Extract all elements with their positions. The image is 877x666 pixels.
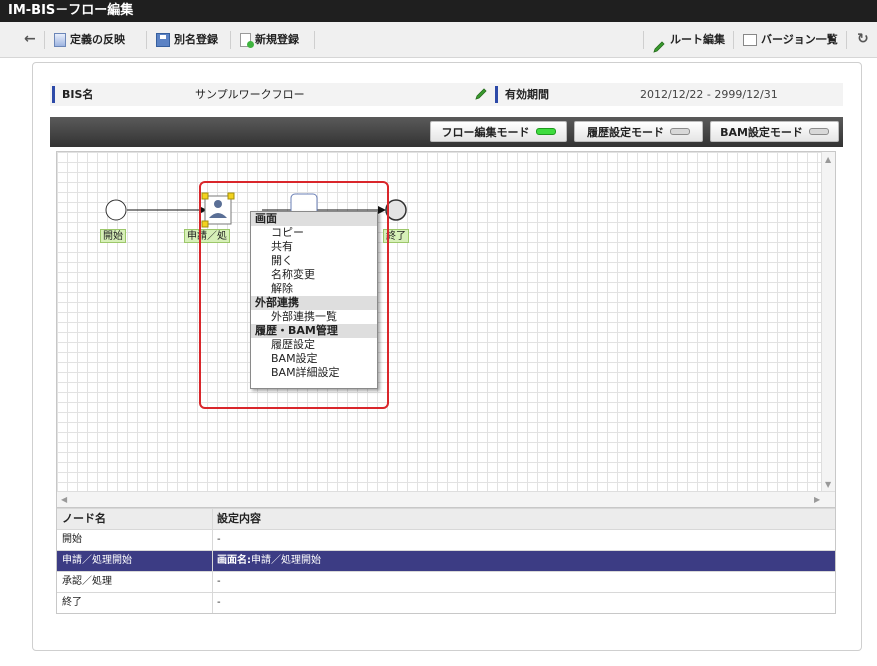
bis-info-bar: BIS名 サンプルワークフロー 有効期間 2012/12/22 - 2999/1… xyxy=(50,83,843,106)
refresh-button[interactable]: ↻ xyxy=(851,22,875,57)
menu-item-release[interactable]: 解除 xyxy=(251,282,377,296)
table-row[interactable]: 開始 - xyxy=(57,529,835,550)
flow-diagram xyxy=(105,192,407,228)
menu-item-bam-settings[interactable]: BAM設定 xyxy=(251,352,377,366)
settings-cell: - xyxy=(217,576,221,587)
menu-item-rename[interactable]: 名称変更 xyxy=(251,268,377,282)
toolbar-divider xyxy=(146,31,147,49)
menu-item-open[interactable]: 開く xyxy=(251,254,377,268)
menu-item-external-list[interactable]: 外部連携一覧 xyxy=(251,310,377,324)
route-edit-button[interactable]: ルート編集 xyxy=(646,22,731,57)
scroll-right-icon[interactable]: ▶ xyxy=(814,495,820,504)
mode-bar: フロー編集モード 履歴設定モード BAM設定モード xyxy=(50,117,843,147)
reflect-definition-label: 定義の反映 xyxy=(70,33,125,46)
node-name-cell: 申請／処理開始 xyxy=(57,551,213,571)
vertical-scrollbar[interactable]: ▲ ▼ xyxy=(821,152,835,492)
table-row[interactable]: 承認／処理 - xyxy=(57,571,835,592)
start-node[interactable] xyxy=(105,199,127,221)
table-header-row: ノード名 設定内容 xyxy=(57,508,835,529)
new-register-label: 新規登録 xyxy=(255,33,299,46)
context-menu: 画面 コピー 共有 開く 名称変更 解除 外部連携 外部連携一覧 履歴・BAM管… xyxy=(250,211,378,389)
toolbar-divider xyxy=(44,31,45,49)
scroll-up-icon[interactable]: ▲ xyxy=(825,155,831,164)
new-register-button[interactable]: 新規登録 xyxy=(234,22,305,57)
toolbar-divider xyxy=(846,31,847,49)
validity-value: 2012/12/22 - 2999/12/31 xyxy=(640,88,778,101)
save-icon xyxy=(156,32,170,47)
toolbar-divider xyxy=(643,31,644,49)
refresh-icon: ↻ xyxy=(857,31,869,47)
column-header-settings: 設定内容 xyxy=(217,512,261,525)
horizontal-scrollbar[interactable]: ◀ ▶ xyxy=(57,491,835,507)
flow-edit-panel: BIS名 サンプルワークフロー 有効期間 2012/12/22 - 2999/1… xyxy=(32,62,862,651)
menu-item-copy[interactable]: コピー xyxy=(251,226,377,240)
settings-value: 申請／処理開始 xyxy=(251,555,321,566)
validity-label: 有効期間 xyxy=(495,86,549,103)
settings-key: 画面名: xyxy=(217,555,251,566)
menu-item-share[interactable]: 共有 xyxy=(251,240,377,254)
node-name-cell: 承認／処理 xyxy=(57,572,213,592)
menu-section-external: 外部連携 xyxy=(251,296,377,310)
alias-register-button[interactable]: 別名登録 xyxy=(150,22,224,57)
window-title: IM-BIS－フロー編集 xyxy=(0,0,877,22)
flow-canvas[interactable]: 開始 申請／処 終了 画面 コピー 共有 開く 名称変更 解除 外部連携 外部連… xyxy=(56,151,836,508)
history-mode-button[interactable]: 履歴設定モード xyxy=(574,121,703,142)
mode-indicator-off xyxy=(808,128,829,135)
version-list-label: バージョン一覧 xyxy=(761,33,838,46)
alias-register-label: 別名登録 xyxy=(174,33,218,46)
toolbar-divider xyxy=(230,31,231,49)
pencil-icon xyxy=(652,33,666,53)
start-node-label: 開始 xyxy=(100,229,126,243)
scroll-left-icon[interactable]: ◀ xyxy=(61,495,67,504)
table-row[interactable]: 終了 - xyxy=(57,592,835,613)
new-document-icon xyxy=(240,32,254,48)
node-settings-table: ノード名 設定内容 開始 - 申請／処理開始 画面名:申請／処理開始 承認／処理… xyxy=(56,508,836,614)
settings-cell: - xyxy=(217,597,221,608)
node-name-cell: 開始 xyxy=(57,530,213,550)
settings-cell: - xyxy=(217,534,221,545)
arrow-left-icon: ← xyxy=(24,31,36,47)
settings-cell: 画面名:申請／処理開始 xyxy=(213,551,835,571)
toolbar: ← 定義の反映 別名登録 新規登録 ルート編集 バージョン一覧 ↻ xyxy=(0,22,877,58)
column-header-node-name: ノード名 xyxy=(57,509,213,529)
toolbar-divider xyxy=(314,31,315,49)
scroll-down-icon[interactable]: ▼ xyxy=(825,480,831,489)
bam-mode-button[interactable]: BAM設定モード xyxy=(710,121,839,142)
mode-indicator-on xyxy=(535,128,556,135)
document-icon xyxy=(54,32,66,47)
toolbar-divider xyxy=(733,31,734,49)
flow-edit-mode-button[interactable]: フロー編集モード xyxy=(430,121,567,142)
mode-indicator-off xyxy=(670,128,690,135)
table-row-selected[interactable]: 申請／処理開始 画面名:申請／処理開始 xyxy=(57,550,835,571)
menu-section-history-bam: 履歴・BAM管理 xyxy=(251,324,377,338)
version-list-button[interactable]: バージョン一覧 xyxy=(737,22,844,57)
node-name-cell: 終了 xyxy=(57,593,213,613)
flow-edit-mode-label: フロー編集モード xyxy=(441,125,530,139)
list-icon xyxy=(743,33,757,46)
menu-item-history-settings[interactable]: 履歴設定 xyxy=(251,338,377,352)
menu-section-screen: 画面 xyxy=(251,212,377,226)
reflect-definition-button[interactable]: 定義の反映 xyxy=(48,22,131,57)
edit-name-pencil-icon[interactable] xyxy=(474,87,488,104)
bam-mode-label: BAM設定モード xyxy=(720,125,803,139)
bis-name-value: サンプルワークフロー xyxy=(195,88,305,101)
history-mode-label: 履歴設定モード xyxy=(587,125,664,139)
route-edit-label: ルート編集 xyxy=(670,33,725,46)
menu-item-bam-detail-settings[interactable]: BAM詳細設定 xyxy=(251,366,377,380)
bis-name-label: BIS名 xyxy=(52,86,93,103)
end-node[interactable] xyxy=(385,199,407,221)
back-button[interactable]: ← xyxy=(18,22,42,57)
